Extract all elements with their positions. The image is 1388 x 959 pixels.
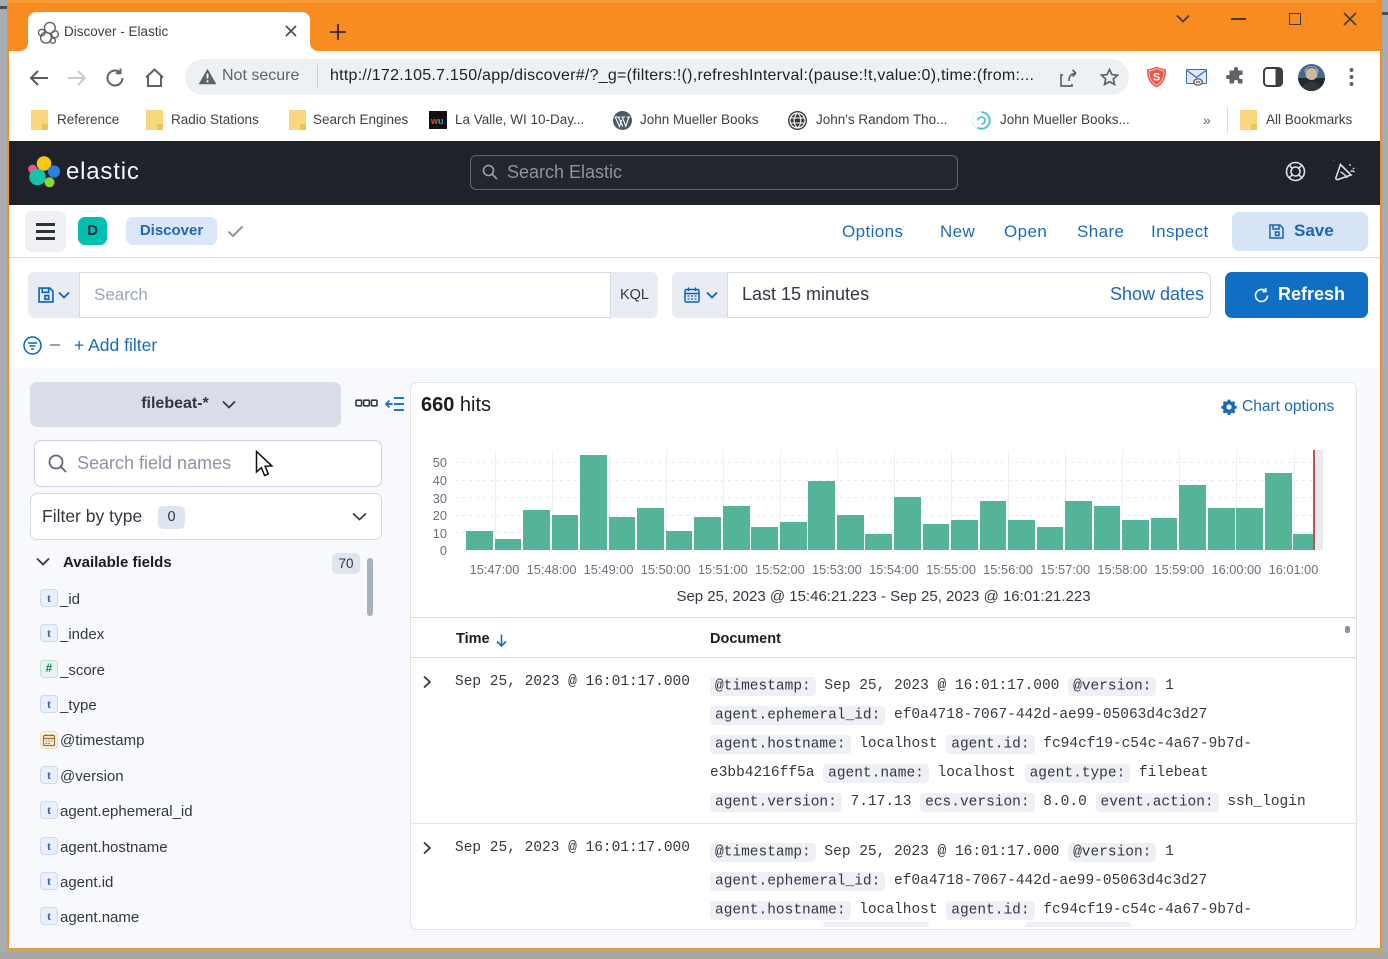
svg-text:S: S (1153, 72, 1160, 84)
